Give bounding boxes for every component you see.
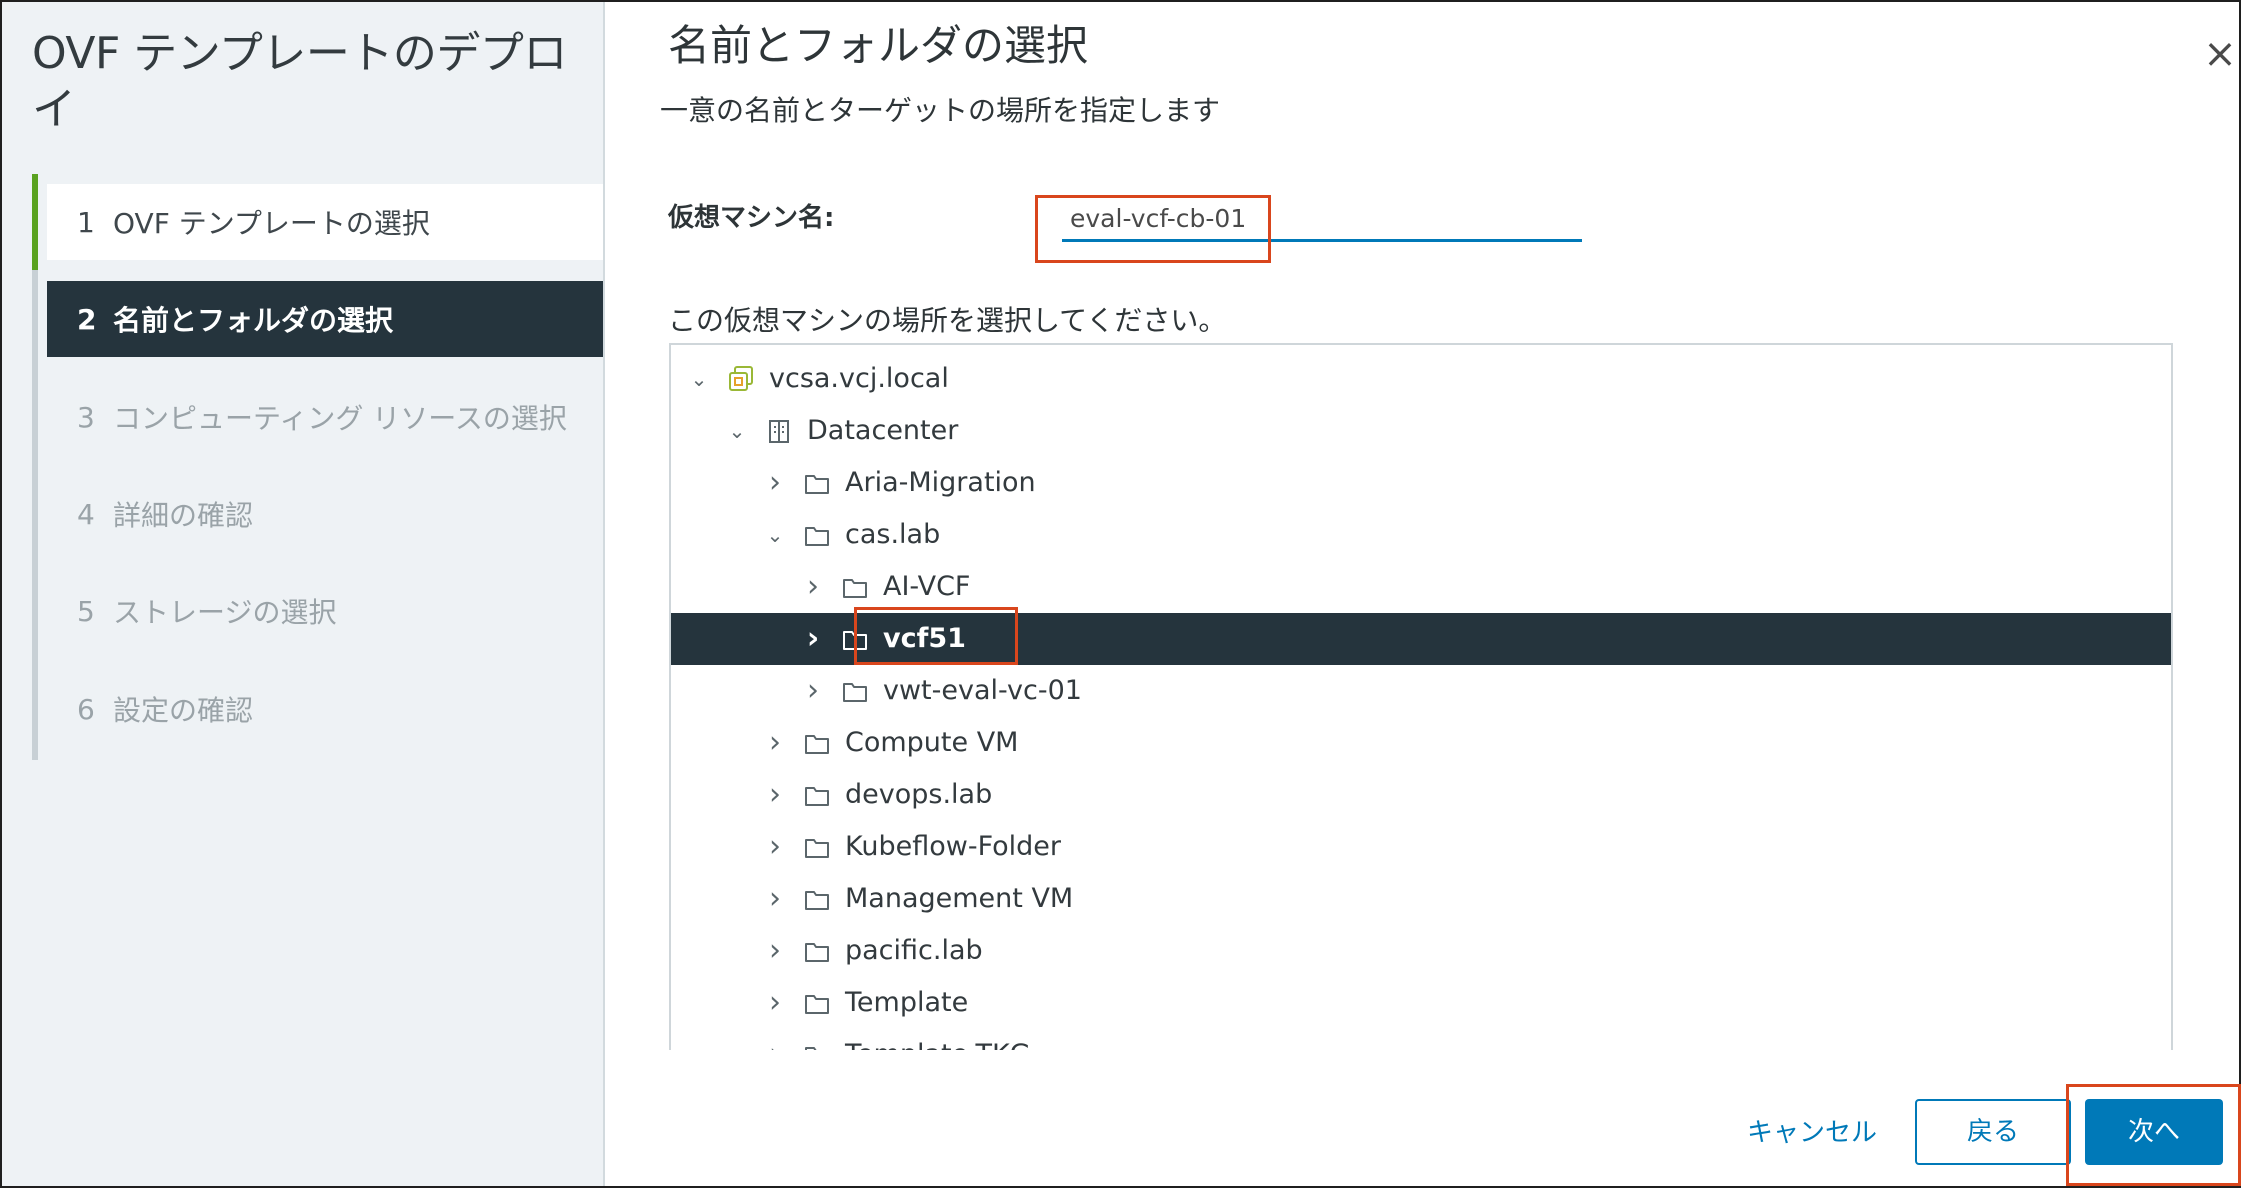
step-number: 4	[77, 497, 95, 531]
folder-icon	[803, 1041, 831, 1050]
page-title: 名前とフォルダの選択	[668, 21, 1089, 70]
step-number: 5	[77, 594, 95, 628]
chevron-right-icon[interactable]: ›	[763, 925, 787, 977]
tree-node-label: vcsa.vcj.local	[769, 363, 949, 394]
back-button[interactable]: 戻る	[1915, 1099, 2071, 1165]
wizard-title: OVF テンプレートのデプロイ	[32, 28, 567, 135]
step-2[interactable]: 2 名前とフォルダの選択	[47, 281, 603, 357]
tree-node-datacenter[interactable]: ⌄ Datacenter	[671, 405, 2171, 457]
folder-icon	[841, 625, 869, 653]
folder-icon	[841, 573, 869, 601]
step-number: 3	[77, 400, 95, 434]
vm-name-field	[1050, 198, 1594, 246]
step-number: 1	[77, 205, 95, 239]
tree-node-kubeflow-folder[interactable]: › Kubeflow-Folder	[671, 821, 2171, 873]
folder-icon	[803, 521, 831, 549]
tree-node-label: Template	[845, 987, 969, 1018]
chevron-right-icon[interactable]: ›	[763, 873, 787, 925]
step-label: 設定の確認	[113, 694, 254, 727]
tree-node-devops-lab[interactable]: › devops.lab	[671, 769, 2171, 821]
tree-node-pacific-lab[interactable]: › pacific.lab	[671, 925, 2171, 977]
tree-node-label: pacific.lab	[845, 935, 983, 966]
tree-node-vcf51[interactable]: › vcf51	[671, 613, 2171, 665]
page-subtitle: 一意の名前とターゲットの場所を指定します	[660, 94, 1221, 127]
cancel-button[interactable]: キャンセル	[1747, 1109, 1877, 1157]
tree-node-label: Management VM	[845, 883, 1074, 914]
tree-node-label: cas.lab	[845, 519, 941, 550]
chevron-down-icon[interactable]: ⌄	[763, 509, 787, 561]
vcenter-icon	[727, 365, 755, 393]
tree-node-label: AI-VCF	[883, 571, 971, 602]
step-1[interactable]: 1 OVF テンプレートの選択	[47, 184, 603, 260]
step-label: 詳細の確認	[113, 499, 254, 532]
close-icon[interactable]: ×	[2200, 32, 2240, 76]
tree-node-label: vcf51	[883, 623, 966, 654]
step-label: OVF テンプレートの選択	[113, 207, 430, 240]
tree-node-aria-migration[interactable]: › Aria-Migration	[671, 457, 2171, 509]
chevron-right-icon[interactable]: ›	[763, 821, 787, 873]
step-6: 6 設定の確認	[47, 671, 603, 747]
step-number: 2	[77, 302, 97, 336]
tree-node-label: devops.lab	[845, 779, 993, 810]
tree-node-label: Datacenter	[807, 415, 959, 446]
folder-icon	[803, 781, 831, 809]
chevron-down-icon[interactable]: ⌄	[725, 405, 749, 457]
step-number: 6	[77, 692, 95, 726]
dialog-frame: OVF テンプレートのデプロイ 1 OVF テンプレートの選択 2 名前とフォル…	[0, 0, 2241, 1188]
tree-node-template-tkg[interactable]: › Template-TKG	[671, 1029, 2171, 1050]
location-label: この仮想マシンの場所を選択してください。	[668, 304, 1227, 337]
chevron-right-icon[interactable]: ›	[801, 665, 825, 717]
tree-node-label: Template-TKG	[845, 1029, 1031, 1050]
tree-node-label: Aria-Migration	[845, 467, 1036, 498]
step-progress-done-bar	[32, 174, 38, 270]
location-tree: ⌄ vcsa.vcj.local ⌄ Datacenter › Aria-Migratio…	[669, 343, 2173, 1050]
folder-icon	[803, 989, 831, 1017]
folder-icon	[803, 833, 831, 861]
step-5: 5 ストレージの選択	[47, 573, 603, 649]
folder-icon	[841, 677, 869, 705]
folder-icon	[803, 729, 831, 757]
chevron-down-icon[interactable]: ⌄	[687, 353, 711, 405]
chevron-right-icon[interactable]: ›	[763, 769, 787, 821]
tree-node-label: Kubeflow-Folder	[845, 831, 1062, 862]
step-label: ストレージの選択	[113, 596, 337, 629]
step-3: 3 コンピューティング リソースの選択	[47, 379, 603, 455]
tree-node-label: vwt-eval-vc-01	[883, 675, 1082, 706]
tree-node-compute-vm[interactable]: › Compute VM	[671, 717, 2171, 769]
tree-node-cas-lab[interactable]: ⌄ cas.lab	[671, 509, 2171, 561]
step-label: コンピューティング リソースの選択	[113, 402, 567, 435]
vm-name-label: 仮想マシン名:	[668, 203, 835, 233]
chevron-right-icon[interactable]: ›	[763, 1029, 787, 1050]
chevron-right-icon[interactable]: ›	[763, 977, 787, 1029]
wizard-sidebar: OVF テンプレートのデプロイ 1 OVF テンプレートの選択 2 名前とフォル…	[2, 2, 605, 1186]
tree-node-template[interactable]: › Template	[671, 977, 2171, 1029]
folder-icon	[803, 937, 831, 965]
tree-node-vwt-eval-vc-01[interactable]: › vwt-eval-vc-01	[671, 665, 2171, 717]
tree-node-vcsa-vcj-local[interactable]: ⌄ vcsa.vcj.local	[671, 353, 2171, 405]
tree-node-ai-vcf[interactable]: › AI-VCF	[671, 561, 2171, 613]
vm-name-input[interactable]	[1062, 198, 1582, 242]
chevron-right-icon[interactable]: ›	[763, 457, 787, 509]
chevron-right-icon[interactable]: ›	[801, 613, 825, 665]
folder-icon	[803, 469, 831, 497]
step-label: 名前とフォルダの選択	[113, 304, 394, 337]
folder-icon	[803, 885, 831, 913]
step-4: 4 詳細の確認	[47, 476, 603, 552]
next-button[interactable]: 次へ	[2085, 1099, 2223, 1165]
chevron-right-icon[interactable]: ›	[801, 561, 825, 613]
chevron-right-icon[interactable]: ›	[763, 717, 787, 769]
datacenter-icon	[765, 417, 793, 445]
tree-node-management-vm[interactable]: › Management VM	[671, 873, 2171, 925]
tree-node-label: Compute VM	[845, 727, 1019, 758]
